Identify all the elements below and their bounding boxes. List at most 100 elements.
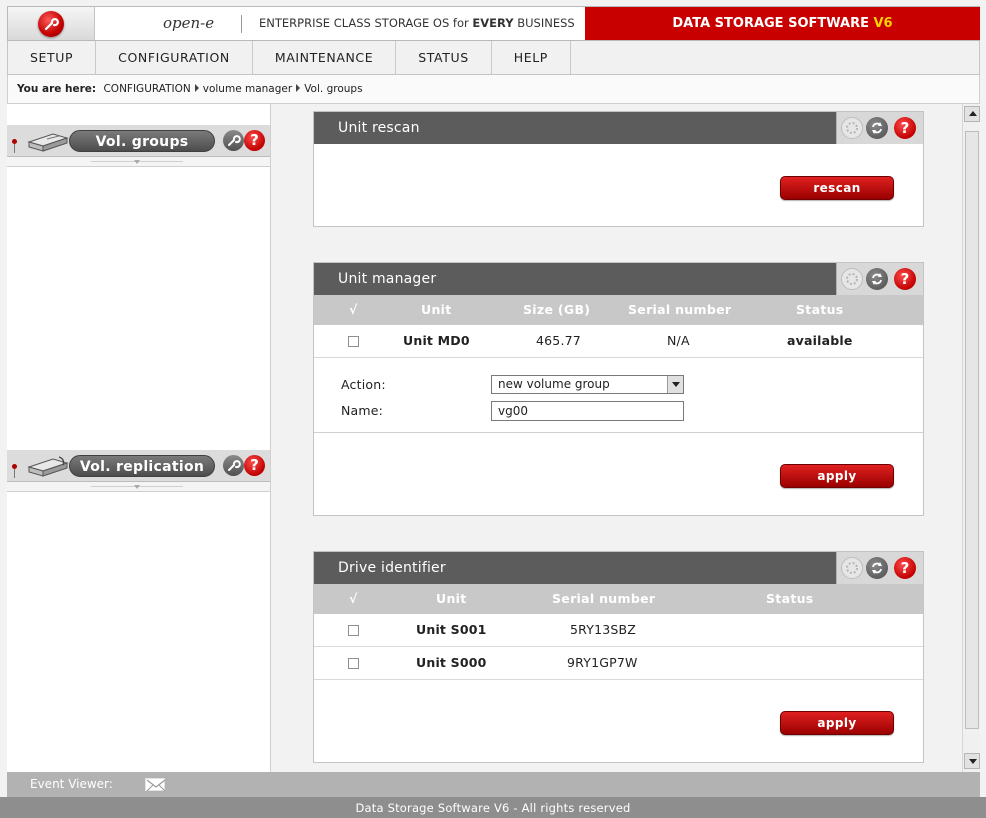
drive-replication-icon <box>27 456 69 477</box>
table-row: Unit S001 5RY13SBZ <box>314 614 923 647</box>
rescan-button[interactable]: rescan <box>780 176 894 200</box>
menu-help[interactable]: HELP <box>492 41 571 74</box>
scroll-thumb[interactable] <box>965 131 979 729</box>
wrench-icon[interactable] <box>223 455 244 476</box>
column-header: Serial number <box>628 302 732 317</box>
menu-configuration[interactable]: CONFIGURATION <box>96 41 253 74</box>
loading-spinner-icon <box>841 268 863 290</box>
check-column-header: √ <box>349 302 358 317</box>
event-viewer-label: Event Viewer: <box>30 777 113 791</box>
table-header: √ Unit Size (GB) Serial number Status <box>314 295 923 325</box>
scroll-down-button[interactable] <box>964 753 980 769</box>
unit-rescan-panel: Unit rescan ? rescan <box>313 111 924 227</box>
name-input[interactable]: vg00 <box>491 401 684 421</box>
unit-manager-panel: Unit manager ? √ Unit Size (GB) Serial n… <box>313 262 924 516</box>
help-icon[interactable]: ? <box>894 268 916 290</box>
tagline: ENTERPRISE CLASS STORAGE OS for EVERY BU… <box>259 16 575 30</box>
apply-button[interactable]: apply <box>780 711 894 735</box>
pin-stem <box>14 144 15 153</box>
status-cell: available <box>787 333 853 348</box>
left-panel: Vol. groups ? Vol. replication ? <box>7 104 271 772</box>
mail-icon[interactable] <box>145 778 166 792</box>
column-header: Status <box>796 302 844 317</box>
help-icon[interactable]: ? <box>244 130 265 151</box>
panel-tools: ? <box>836 112 923 144</box>
serial-cell: 9RY1GP7W <box>567 655 638 670</box>
divider <box>314 432 923 433</box>
breadcrumb-arrow-icon <box>194 84 199 92</box>
collapse-handle[interactable] <box>7 157 270 167</box>
pin-stem <box>14 469 15 478</box>
table-header: √ Unit Serial number Status <box>314 584 923 614</box>
panel-title: Unit rescan <box>314 112 923 144</box>
help-icon[interactable]: ? <box>894 117 916 139</box>
vol-replication-header: Vol. replication ? <box>7 450 270 482</box>
arrow-up-icon <box>969 111 977 116</box>
drive-checkbox[interactable] <box>348 658 359 669</box>
brand-divider <box>241 15 242 33</box>
wrench-logo-icon <box>38 11 64 37</box>
unit-cell: Unit S001 <box>416 622 487 637</box>
breadcrumb-item-volume-manager[interactable]: volume manager <box>203 83 292 95</box>
unit-cell: Unit MD0 <box>403 333 470 348</box>
collapse-arrow-icon <box>134 160 140 164</box>
vol-replication-tab[interactable]: Vol. replication <box>69 455 215 477</box>
menu-status[interactable]: STATUS <box>396 41 492 74</box>
help-icon[interactable]: ? <box>894 557 916 579</box>
column-header: Size (GB) <box>523 302 591 317</box>
refresh-icon[interactable] <box>866 557 888 579</box>
breadcrumb-arrow-icon <box>296 84 301 92</box>
brand-logo: open-e <box>163 14 215 32</box>
collapse-handle[interactable] <box>7 482 270 492</box>
panel-title: Unit manager <box>314 263 923 295</box>
column-header: Unit <box>436 591 467 606</box>
panel-tools: ? <box>836 263 923 295</box>
table-row: Unit MD0 465.77 N/A available <box>314 325 923 358</box>
event-viewer-bar: Event Viewer: <box>7 772 980 797</box>
vol-groups-tab[interactable]: Vol. groups <box>69 130 215 152</box>
apply-button[interactable]: apply <box>780 464 894 488</box>
home-logo-button[interactable] <box>8 7 95 40</box>
menu-maintenance[interactable]: MAINTENANCE <box>253 41 397 74</box>
panel-tools: ? <box>836 552 923 584</box>
serial-cell: N/A <box>667 333 690 348</box>
column-header: Status <box>766 591 814 606</box>
help-icon[interactable]: ? <box>244 455 265 476</box>
action-select[interactable]: new volume group <box>491 375 684 394</box>
refresh-icon[interactable] <box>866 117 888 139</box>
name-label: Name: <box>341 403 384 418</box>
unit-checkbox[interactable] <box>348 336 359 347</box>
drive-identifier-panel: Drive identifier ? √ Unit Serial number … <box>313 551 924 763</box>
menu-setup[interactable]: SETUP <box>8 41 97 74</box>
refresh-icon[interactable] <box>866 268 888 290</box>
action-select-value: new volume group <box>498 377 610 391</box>
table-row: Unit S000 9RY1GP7W <box>314 647 923 680</box>
drive-checkbox[interactable] <box>348 625 359 636</box>
wrench-icon[interactable] <box>223 130 244 151</box>
column-header: Serial number <box>552 591 656 606</box>
scroll-up-button[interactable] <box>964 106 980 122</box>
unit-cell: Unit S000 <box>416 655 487 670</box>
action-label: Action: <box>341 377 386 392</box>
loading-spinner-icon <box>841 557 863 579</box>
breadcrumb-label: You are here: <box>17 83 97 95</box>
size-cell: 465.77 <box>536 333 581 348</box>
drive-icon <box>27 133 69 152</box>
arrow-down-icon <box>969 759 977 764</box>
collapse-arrow-icon <box>134 485 140 489</box>
vertical-scrollbar[interactable] <box>962 104 980 772</box>
serial-cell: 5RY13SBZ <box>570 622 637 637</box>
breadcrumb-item-vol-groups[interactable]: Vol. groups <box>304 83 362 95</box>
header: open-e ENTERPRISE CLASS STORAGE OS for E… <box>7 6 980 41</box>
vol-groups-header: Vol. groups ? <box>7 125 270 157</box>
product-banner: DATA STORAGE SOFTWARE V6 <box>585 7 980 40</box>
main-menu: SETUP CONFIGURATION MAINTENANCE STATUS H… <box>7 41 980 75</box>
app-window: open-e ENTERPRISE CLASS STORAGE OS for E… <box>0 0 986 818</box>
loading-spinner-icon <box>841 117 863 139</box>
breadcrumb: You are here: CONFIGURATION volume manage… <box>7 75 980 104</box>
panel-title: Drive identifier <box>314 552 923 584</box>
chevron-down-icon[interactable] <box>667 376 683 393</box>
column-header: Unit <box>421 302 452 317</box>
check-column-header: √ <box>349 591 358 606</box>
breadcrumb-item-configuration[interactable]: CONFIGURATION <box>103 83 190 95</box>
